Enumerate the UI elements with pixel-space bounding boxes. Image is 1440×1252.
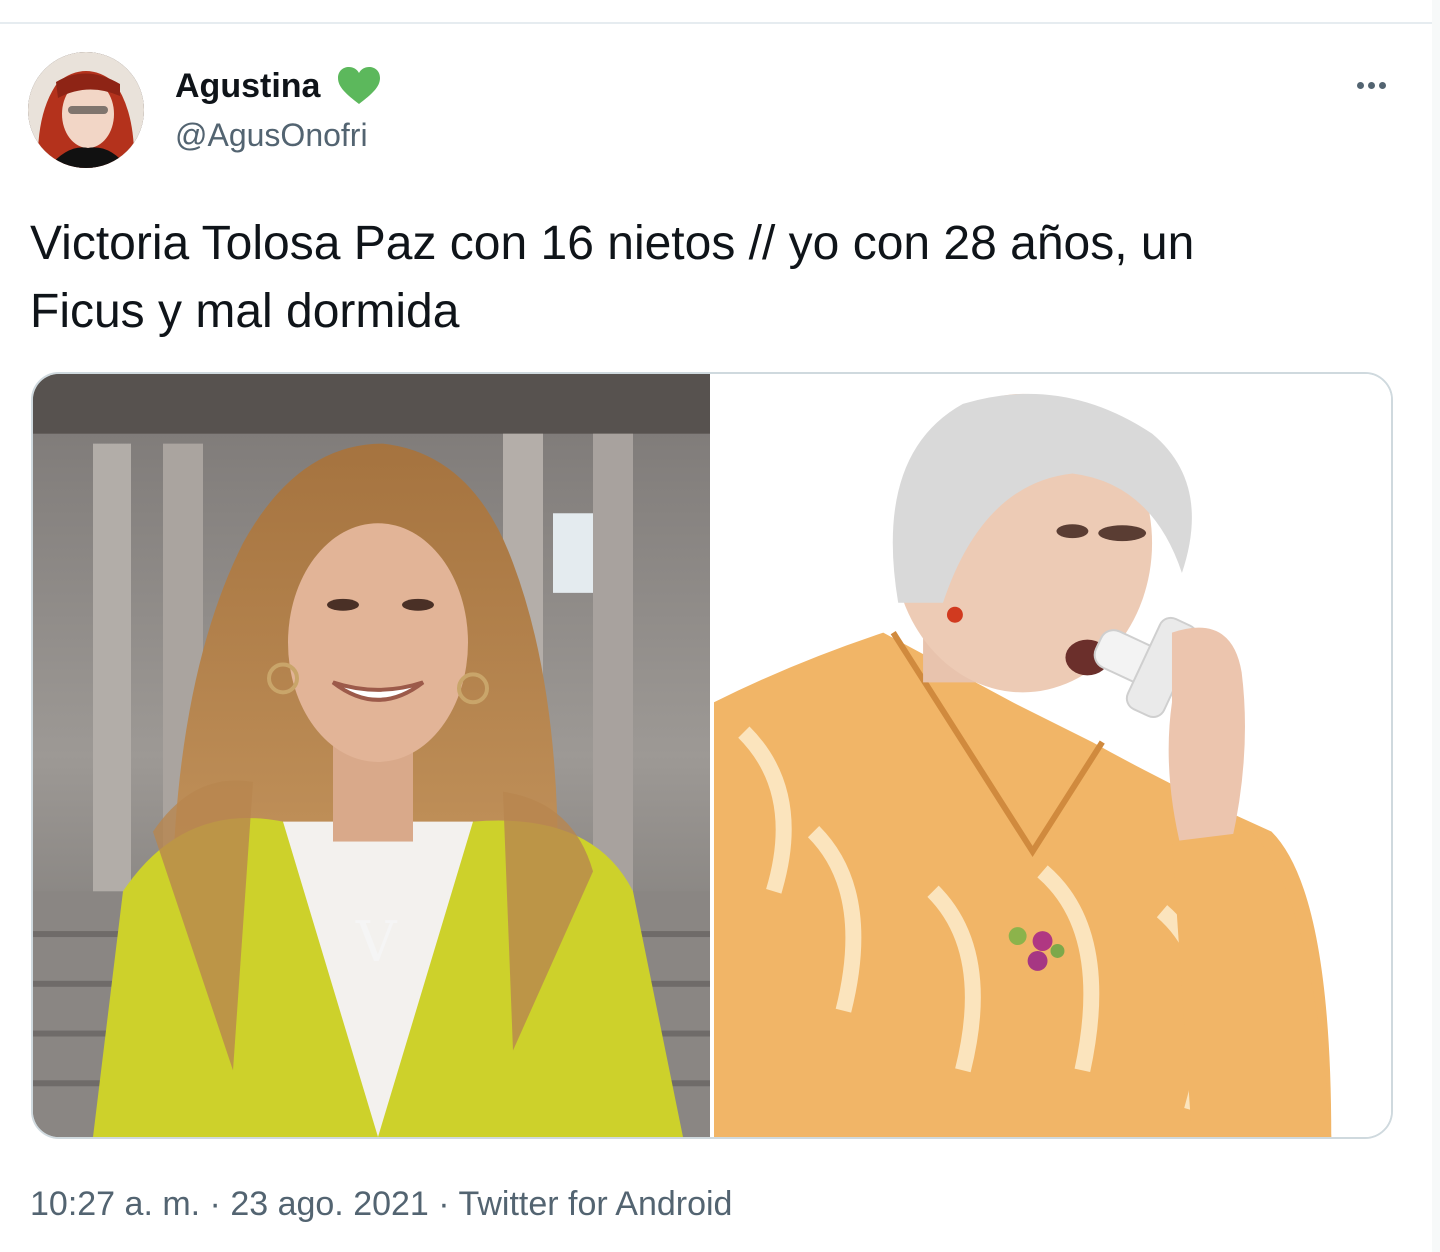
tweet-meta: 10:27 a. m. · 23 ago. 2021 · Twitter for… [30,1184,732,1224]
dot [1356,81,1364,89]
tweet-timestamp[interactable]: 10:27 a. m. · 23 ago. 2021 [30,1185,429,1223]
necklace-monogram: V [355,910,398,975]
dot [1378,81,1386,89]
tweet-text: Victoria Tolosa Paz con 16 nietos // yo … [30,217,1195,338]
top-divider [0,22,1440,24]
green-heart-icon [338,67,380,104]
photo-elderly-woman-inhaler[interactable] [714,374,1391,1137]
author-handle[interactable]: @AgusOnofri [175,116,368,154]
photo-smiling-woman-yellow-blazer[interactable]: V [33,374,710,1137]
tweet-media[interactable]: V [31,372,1393,1139]
more-dots-icon[interactable] [1344,68,1398,102]
meta-separator: · [428,1185,459,1223]
scroll-edge [1432,0,1440,1252]
author-display-name[interactable]: Agustina [175,66,320,106]
dot [1367,81,1375,89]
avatar[interactable] [28,52,144,168]
tweet-source-link[interactable]: Twitter for Android [458,1185,732,1223]
